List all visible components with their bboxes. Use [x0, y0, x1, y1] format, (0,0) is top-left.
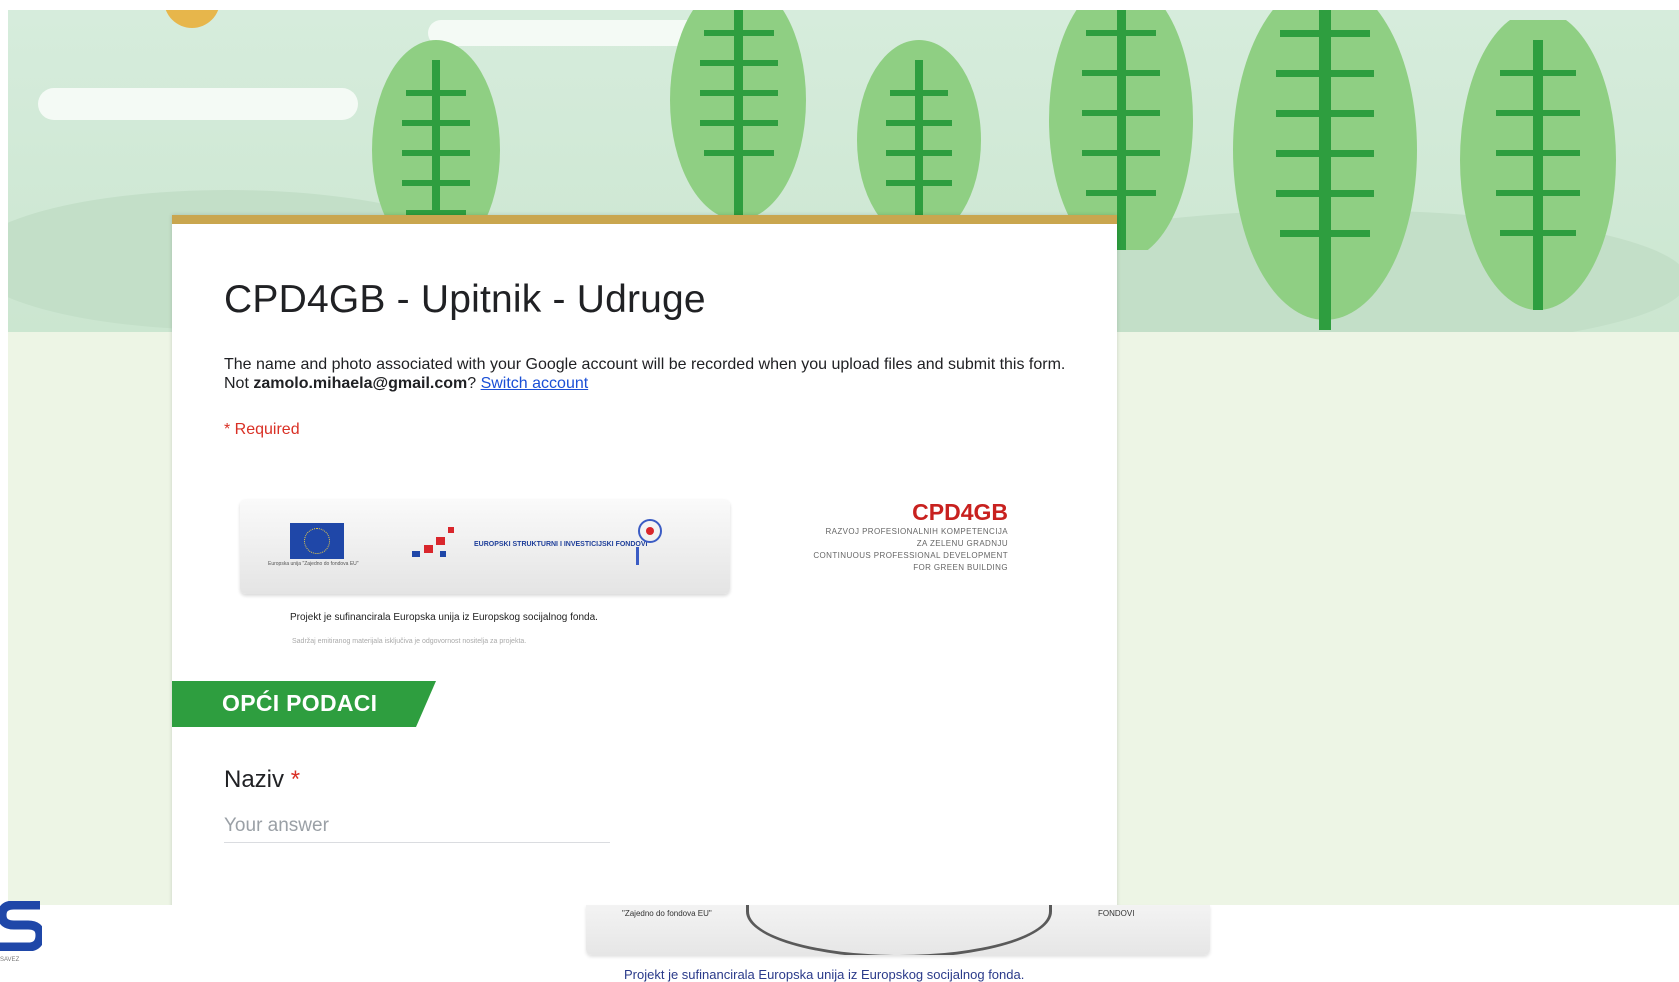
tree-icon: [1233, 10, 1417, 330]
form-description: The name and photo associated with your …: [224, 355, 1084, 393]
disclaimer-text: Sadržaj emitiranog materijala isključiva…: [292, 638, 527, 645]
esif-label: EUROPSKI STRUKTURNI I INVESTICIJSKI FOND…: [474, 541, 648, 548]
brand-tagline-line: RAZVOJ PROFESIONALNIH KOMPETENCIJA: [825, 527, 1008, 536]
brand-tagline-line: ZA ZELENU GRADNJU: [916, 539, 1008, 548]
eu-flag-icon: [290, 523, 344, 559]
form-card: CPD4GB - Upitnik - Udruge The name and p…: [172, 215, 1117, 905]
background-banner-text: "Zajedno do fondova EU": [622, 909, 712, 918]
association-logo-text: SAVEZ: [0, 957, 20, 963]
section-header: OPĆI PODACI: [172, 681, 436, 727]
tree-icon: [857, 40, 981, 220]
account-email: zamolo.mihaela@gmail.com: [253, 375, 468, 392]
brand-tagline-line: FOR GREEN BUILDING: [913, 563, 1008, 572]
tree-icon: [1049, 10, 1193, 250]
question-text: Naziv: [224, 766, 285, 793]
tree-icon: [1460, 20, 1616, 310]
brand-tagline-line: CONTINUOUS PROFESSIONAL DEVELOPMENT: [813, 551, 1008, 560]
cpd4gb-logo: CPD4GB RAZVOJ PROFESIONALNIH KOMPETENCIJ…: [744, 499, 1008, 574]
naziv-answer-input[interactable]: [224, 810, 610, 843]
brand-name: CPD4GB: [912, 499, 1008, 525]
tree-icon: [670, 10, 806, 220]
background-banner-right-text: FONDOVI: [1098, 909, 1135, 918]
form-title: CPD4GB - Upitnik - Udruge: [224, 278, 706, 321]
browser-viewport: CPD4GB - Upitnik - Udruge The name and p…: [8, 10, 1679, 905]
background-page-content: SAVEZ "Zajedno do fondova EU" FONDOVI Pr…: [0, 901, 1679, 982]
section-title: OPĆI PODACI: [222, 690, 378, 716]
flower-logo-icon: [636, 519, 662, 565]
background-project-caption: Projekt je sufinancirala Europska unija …: [624, 967, 1025, 982]
required-star: *: [290, 766, 301, 793]
eu-funding-banner: Europska unija "Zajedno do fondova EU" E…: [240, 499, 730, 594]
question-label: Naziv *: [224, 766, 300, 794]
required-note: * Required: [224, 421, 300, 438]
association-logo-icon: [0, 901, 42, 951]
project-caption: Projekt je sufinancirala Europska unija …: [290, 612, 598, 623]
eu-caption: Europska unija "Zajedno do fondova EU": [268, 561, 359, 567]
switch-account-link[interactable]: Switch account: [481, 375, 589, 392]
background-banner: "Zajedno do fondova EU" FONDOVI: [586, 905, 1210, 955]
esif-logo-icon: [412, 527, 454, 557]
sun-icon: [164, 10, 220, 28]
tree-icon: [372, 40, 500, 240]
description-punct: ?: [467, 375, 481, 392]
